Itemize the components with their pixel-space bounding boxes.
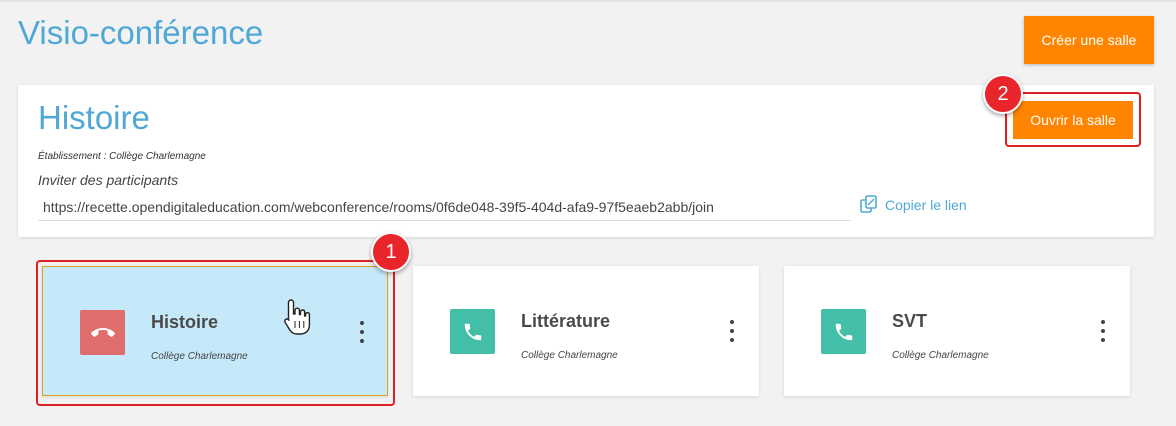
callout-highlight-open-button	[1005, 92, 1141, 147]
room-card-svt[interactable]: SVT Collège Charlemagne	[784, 266, 1130, 396]
room-card-title: Littérature	[521, 311, 611, 331]
room-card-title: SVT	[892, 311, 928, 331]
invite-participants-label: Inviter des participants	[38, 172, 179, 188]
room-card-litterature[interactable]: Littérature Collège Charlemagne	[413, 266, 759, 396]
room-title: Histoire	[38, 99, 150, 136]
more-options-icon[interactable]	[1100, 320, 1106, 342]
callout-badge-1: 1	[371, 232, 411, 272]
more-options-icon[interactable]	[729, 320, 735, 342]
room-school: Établissement : Collège Charlemagne	[38, 151, 206, 162]
copy-icon	[859, 194, 879, 217]
copy-link-button[interactable]: Copier le lien	[859, 194, 967, 216]
copy-link-label: Copier le lien	[885, 197, 967, 213]
phone-icon[interactable]	[450, 309, 495, 354]
page-title: Visio-conférence	[18, 14, 264, 51]
phone-icon[interactable]	[821, 309, 866, 354]
current-room-panel: Histoire Établissement : Collège Charlem…	[18, 85, 1154, 237]
top-divider	[0, 0, 1176, 2]
callout-highlight-room-card	[36, 260, 395, 406]
room-card-school: Collège Charlemagne	[892, 350, 989, 361]
invite-link-field[interactable]: https://recette.opendigitaleducation.com…	[38, 193, 851, 221]
create-room-button[interactable]: Créer une salle	[1024, 16, 1154, 64]
room-card-school: Collège Charlemagne	[521, 350, 618, 361]
callout-badge-2: 2	[983, 74, 1023, 114]
hand-cursor-icon	[283, 298, 311, 343]
